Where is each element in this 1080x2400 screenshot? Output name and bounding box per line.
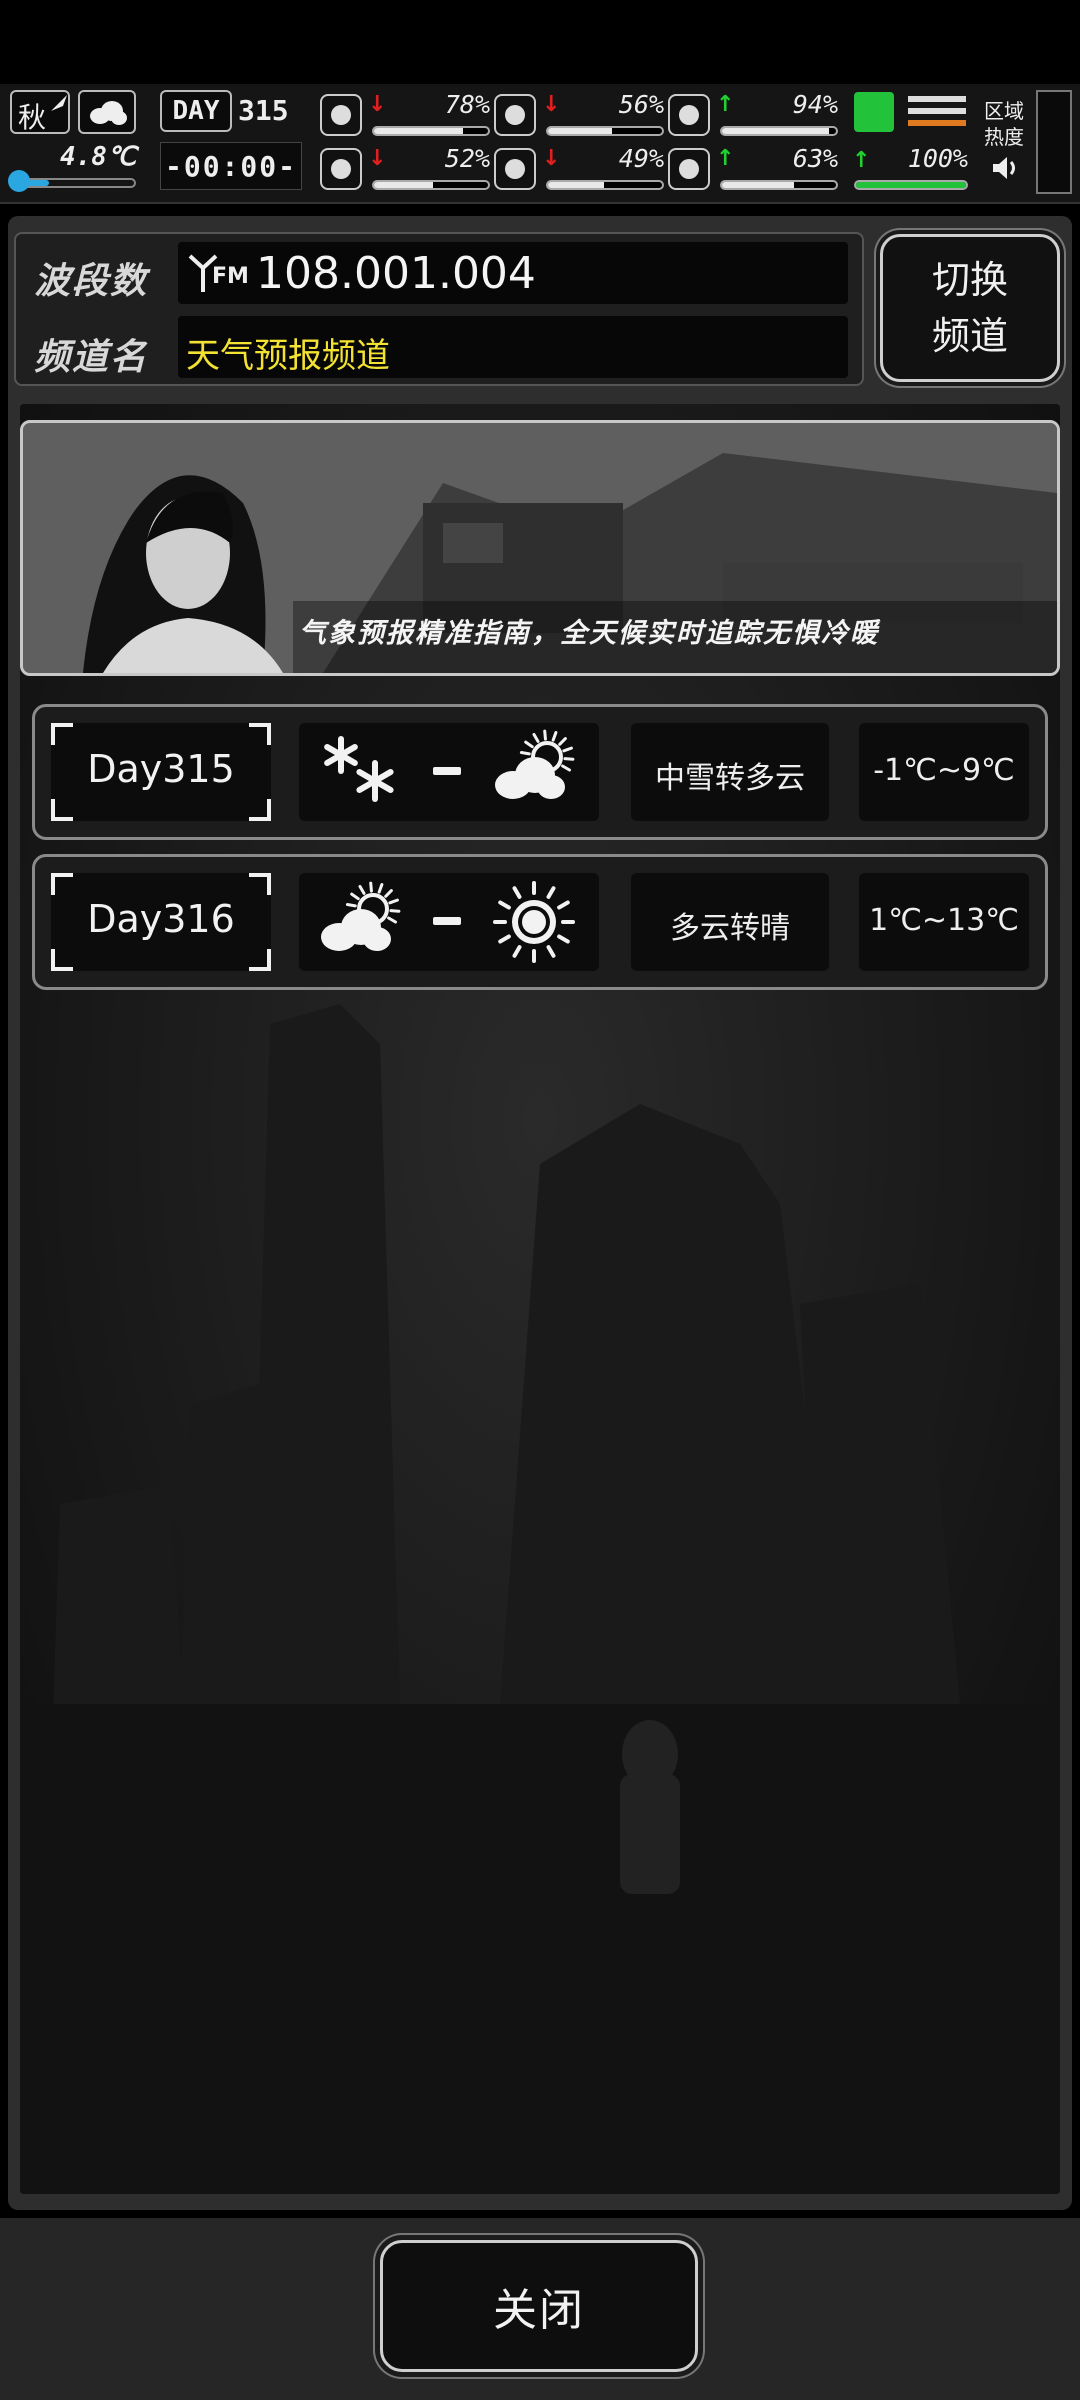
forecast-temperature-cell: 1℃~13℃	[859, 873, 1029, 971]
close-button-label: 关闭	[493, 2285, 585, 2336]
weather-channel-banner: 气象预报精准指南，全天候实时追踪无惧冷暖	[20, 420, 1060, 676]
stat-hunger: ↓ 56%	[494, 90, 664, 142]
medicine-trend-arrow: ↑	[716, 92, 735, 117]
fm-tag: FM	[212, 264, 249, 289]
forecast-icons	[299, 723, 599, 821]
transition-dash	[433, 767, 461, 775]
mental-trend-arrow: ↓	[368, 146, 387, 171]
forecast-description: 中雪转多云	[655, 761, 805, 796]
forecast-temperature: -1℃~9℃	[873, 753, 1015, 788]
hunger-percent: 56%	[618, 90, 664, 119]
thirst-percent: 49%	[618, 144, 664, 173]
day-badge: DAY	[160, 90, 232, 132]
forecast-day-badge: Day315	[51, 723, 271, 821]
band-field: FM 108.001.004	[178, 242, 848, 304]
channel-label: 频道名	[34, 337, 149, 378]
forecast-temperature-cell: -1℃~9℃	[859, 723, 1029, 821]
health-percent: 78%	[444, 90, 490, 119]
stat-medicine: ↑ 94%	[668, 90, 838, 142]
stomach-icon	[494, 94, 536, 136]
mood-trend-arrow: ↑	[716, 146, 735, 171]
season-label: 秋	[18, 101, 47, 134]
channel-field: 天气预报频道	[178, 316, 848, 378]
stamina-percent: 100%	[907, 144, 968, 173]
forecast-day: Day315	[87, 747, 235, 791]
temperature-readout: 4.8℃	[60, 142, 137, 172]
stamina-trend-arrow: ↑	[852, 148, 871, 173]
stat-mood: ↑ 63%	[668, 144, 838, 196]
forecast-icons	[299, 873, 599, 971]
health-trend-arrow: ↓	[368, 92, 387, 117]
stamina-bar	[854, 180, 968, 190]
partly-cloudy-icon	[489, 727, 585, 811]
switch-channel-button[interactable]: 切换 频道	[880, 234, 1060, 382]
forecast-day-badge: Day316	[51, 873, 271, 971]
medicine-percent: 94%	[792, 90, 838, 119]
health-bar	[372, 126, 490, 136]
snow-icon	[315, 729, 405, 813]
thirst-trend-arrow: ↓	[542, 146, 561, 171]
heart-icon	[668, 148, 710, 190]
thermometer-icon	[8, 170, 30, 192]
cloud-icon	[90, 101, 127, 125]
first-aid-icon	[320, 94, 362, 136]
forecast-day: Day316	[87, 897, 235, 941]
forecast-description: 多云转晴	[670, 911, 790, 946]
day-number: 315	[238, 94, 289, 127]
mood-percent: 63%	[792, 144, 838, 173]
mental-percent: 52%	[444, 144, 490, 173]
forecast-description-cell: 多云转晴	[631, 873, 829, 971]
band-value: 108.001.004	[256, 248, 536, 299]
mood-bar	[720, 180, 838, 190]
day-label: DAY	[172, 96, 220, 126]
speaker-icon[interactable]	[990, 154, 1022, 182]
region-heat-label: 区域 热度	[984, 99, 1024, 149]
clock-readout: -00:00-	[164, 149, 297, 183]
region-heat-gauge	[1036, 90, 1072, 194]
hunger-trend-arrow: ↓	[542, 92, 561, 117]
stamina-panel: ↑ 100%	[850, 88, 970, 196]
weather-indicator[interactable]	[78, 90, 136, 134]
stat-thirst: ↓ 49%	[494, 144, 664, 196]
status-hud: 秋 4.8℃ DAY 315 -00:00- ↓ 78% ↓ 56% ↑ 94%…	[0, 84, 1080, 204]
forecast-description-cell: 中雪转多云	[631, 723, 829, 821]
leaf-icon	[51, 95, 67, 111]
stat-mental: ↓ 52%	[320, 144, 490, 196]
hunger-bar	[546, 126, 664, 136]
partly-cloudy-icon	[315, 879, 411, 963]
mental-bar	[372, 180, 490, 190]
pill-icon	[668, 94, 710, 136]
thirst-bar	[546, 180, 664, 190]
transition-dash	[433, 917, 461, 925]
banner-slogan: 气象预报精准指南，全天候实时追踪无惧冷暖	[299, 618, 879, 649]
switch-channel-label: 切换 频道	[931, 258, 1008, 358]
clock-display: -00:00-	[160, 142, 302, 190]
sun-icon	[489, 877, 579, 971]
forecast-temperature: 1℃~13℃	[869, 903, 1019, 938]
close-button[interactable]: 关闭	[380, 2240, 698, 2372]
forecast-row: Day316 多云转晴 1℃~13℃	[32, 854, 1048, 990]
season-badge: 秋	[10, 90, 70, 134]
frequency-box: 波段数 FM 108.001.004 频道名 天气预报频道	[14, 232, 864, 386]
boot-icon	[854, 92, 894, 132]
stat-health: ↓ 78%	[320, 90, 490, 142]
medicine-bar	[720, 126, 838, 136]
band-label: 波段数	[34, 261, 149, 302]
water-drop-icon	[494, 148, 536, 190]
forecast-row: Day315 中雪转多云 -1℃~9℃	[32, 704, 1048, 840]
channel-value: 天气预报频道	[186, 336, 390, 376]
brain-icon	[320, 148, 362, 190]
